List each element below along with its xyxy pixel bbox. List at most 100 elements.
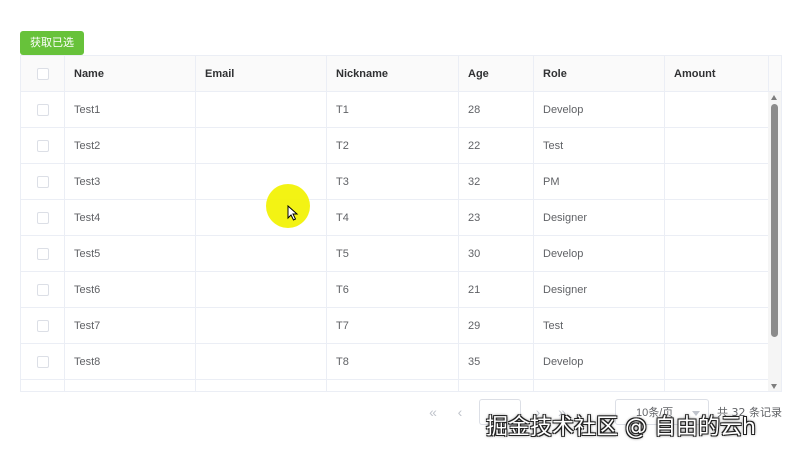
cell-role: Test (534, 128, 665, 163)
cell-role: Develop (534, 92, 665, 127)
get-selected-button[interactable]: 获取已选 (20, 31, 84, 55)
cell-nickname: T2 (327, 128, 459, 163)
cell-age: 35 (459, 344, 534, 379)
cell-email (196, 308, 327, 343)
cell-nickname: T5 (327, 236, 459, 271)
cell-nickname: T3 (327, 164, 459, 199)
cell-amount (665, 380, 769, 391)
row-checkbox[interactable] (36, 175, 49, 188)
cell-email (196, 164, 327, 199)
data-table: Name Email Nickname Age Role Amount Test… (20, 55, 782, 392)
cell-amount (665, 272, 769, 307)
column-header-role[interactable]: Role (534, 56, 665, 91)
row-select-cell (21, 308, 65, 343)
cell-name: Test1 (65, 92, 196, 127)
row-checkbox[interactable] (36, 103, 49, 116)
cell-name: Test4 (65, 200, 196, 235)
cell-role: Designer (534, 272, 665, 307)
cell-amount (665, 308, 769, 343)
cell-age: 21 (459, 272, 534, 307)
table-row[interactable]: Test4 T4 23 Designer (21, 200, 769, 236)
cell-role: PM (534, 164, 665, 199)
cell-amount (665, 92, 769, 127)
cell-name: Test7 (65, 308, 196, 343)
watermark-text: 掘金技术社区 @ 自由的云h (486, 415, 756, 440)
cell-name: Test3 (65, 164, 196, 199)
table-row-partial[interactable] (21, 380, 769, 391)
row-checkbox[interactable] (36, 139, 49, 152)
scrollbar-thumb[interactable] (771, 104, 778, 337)
table-row[interactable]: Test5 T5 30 Develop (21, 236, 769, 272)
row-checkbox[interactable] (36, 211, 49, 224)
mouse-cursor-icon (287, 205, 299, 221)
table-body: Test1 T1 28 Develop Test2 T2 22 Test Tes… (21, 92, 781, 391)
column-header-name[interactable]: Name (65, 56, 196, 91)
cell-email (196, 344, 327, 379)
row-select-cell (21, 272, 65, 307)
cell-role: Test (534, 308, 665, 343)
cell-nickname: T8 (327, 344, 459, 379)
cell-age: 28 (459, 92, 534, 127)
cell-nickname: T4 (327, 200, 459, 235)
chevron-left-icon[interactable]: ‹ (452, 399, 468, 425)
cell-nickname: T1 (327, 92, 459, 127)
row-select-cell (21, 236, 65, 271)
column-header-nickname[interactable]: Nickname (327, 56, 459, 91)
cell-role: Develop (534, 344, 665, 379)
cell-role (534, 380, 665, 391)
header-gutter (769, 56, 781, 91)
cell-email (196, 380, 327, 391)
cell-name: Test2 (65, 128, 196, 163)
cell-nickname: T6 (327, 272, 459, 307)
cell-age: 23 (459, 200, 534, 235)
cell-email (196, 236, 327, 271)
column-header-email[interactable]: Email (196, 56, 327, 91)
cell-amount (665, 128, 769, 163)
cell-name: Test6 (65, 272, 196, 307)
cell-email (196, 272, 327, 307)
cell-role: Designer (534, 200, 665, 235)
row-select-cell (21, 344, 65, 379)
scroll-up-arrow-icon[interactable] (771, 95, 777, 100)
row-checkbox[interactable] (36, 247, 49, 260)
cell-name (65, 380, 196, 391)
table-row[interactable]: Test1 T1 28 Develop (21, 92, 769, 128)
cell-email (196, 128, 327, 163)
scroll-down-arrow-icon[interactable] (771, 384, 777, 389)
cell-age: 32 (459, 164, 534, 199)
cell-nickname (327, 380, 459, 391)
table-row[interactable]: Test3 T3 32 PM (21, 164, 769, 200)
cell-age: 29 (459, 308, 534, 343)
row-checkbox[interactable] (36, 355, 49, 368)
select-all-checkbox[interactable] (36, 67, 49, 80)
row-checkbox[interactable] (36, 319, 49, 332)
row-select-cell (21, 200, 65, 235)
table-row[interactable]: Test7 T7 29 Test (21, 308, 769, 344)
row-select-cell (21, 92, 65, 127)
row-checkbox[interactable] (36, 283, 49, 296)
select-all-cell (21, 56, 65, 91)
table-row[interactable]: Test6 T6 21 Designer (21, 272, 769, 308)
row-select-cell (21, 164, 65, 199)
column-header-amount[interactable]: Amount (665, 56, 769, 91)
row-select-cell (21, 128, 65, 163)
cell-nickname: T7 (327, 308, 459, 343)
row-select-cell (21, 380, 65, 391)
table-header: Name Email Nickname Age Role Amount (21, 56, 781, 92)
cell-amount (665, 164, 769, 199)
table-row[interactable]: Test8 T8 35 Develop (21, 344, 769, 380)
cell-amount (665, 236, 769, 271)
cell-amount (665, 200, 769, 235)
cell-age: 30 (459, 236, 534, 271)
cell-name: Test5 (65, 236, 196, 271)
vertical-scrollbar[interactable] (768, 92, 781, 391)
cell-amount (665, 344, 769, 379)
table-row[interactable]: Test2 T2 22 Test (21, 128, 769, 164)
double-chevron-left-icon[interactable]: « (424, 399, 442, 425)
cell-age (459, 380, 534, 391)
cell-role: Develop (534, 236, 665, 271)
cell-email (196, 92, 327, 127)
cell-name: Test8 (65, 344, 196, 379)
cell-age: 22 (459, 128, 534, 163)
column-header-age[interactable]: Age (459, 56, 534, 91)
